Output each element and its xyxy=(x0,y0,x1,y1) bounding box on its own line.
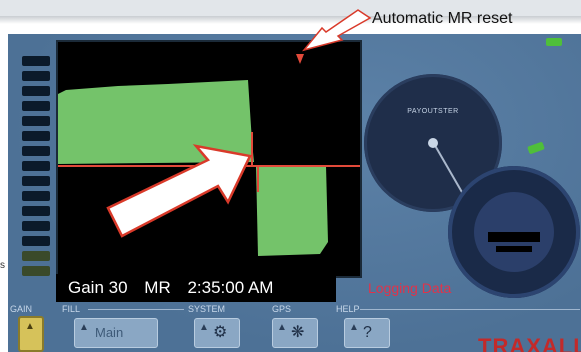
mr-reset-callout: Automatic MR reset xyxy=(372,10,513,27)
arrow-icon xyxy=(301,9,372,52)
arrow-icon xyxy=(106,144,252,238)
side-text-fragment: s xyxy=(0,260,5,271)
callout-overlay xyxy=(106,9,372,238)
